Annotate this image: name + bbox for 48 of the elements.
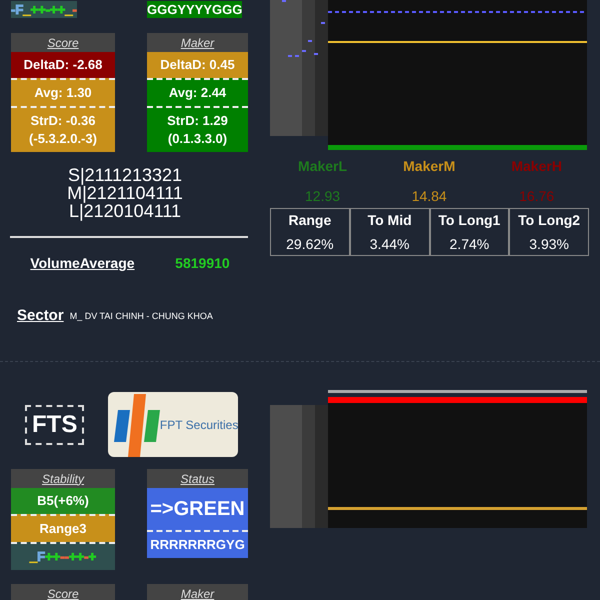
maker-value: 14.84 — [412, 188, 447, 204]
trend-symbol: -F — [11, 2, 24, 17]
maker-label: MakerL — [298, 158, 348, 174]
trend-symbol: - — [72, 2, 77, 17]
trend-symbol: -- — [60, 549, 69, 564]
range-cell-text: To Long2 3.93% — [517, 211, 582, 254]
maker-label: MakerH — [511, 158, 562, 174]
card-header: Stability — [11, 469, 115, 488]
metric-row: DeltaD: -2.68 — [11, 52, 115, 78]
sector-label: Sector — [17, 307, 64, 324]
sector-value: M_ DV TAI CHINH - CHUNG KHOA — [70, 310, 213, 320]
ticker-label: FTS — [25, 404, 84, 444]
metric-row: Range3 — [11, 514, 115, 542]
card-header: Maker — [147, 33, 248, 52]
status-row: =>GREEN — [147, 488, 248, 530]
metric-row: Avg: 2.44 — [147, 78, 248, 106]
trend-symbol: _ — [30, 549, 38, 564]
maker-label: MakerM — [403, 158, 456, 174]
trend-symbol: _ — [23, 2, 31, 17]
trend-symbol: ++ — [68, 549, 84, 564]
card-header: Maker — [147, 584, 248, 600]
maker-value: 16.76 — [519, 188, 554, 204]
metric-row: Avg: 1.30 — [11, 78, 115, 106]
metric-row: StrD: 1.29 (0.1.3.3.0) — [147, 106, 248, 152]
logo-text: FPT Securities — [160, 418, 238, 432]
card-header: Status — [147, 469, 248, 488]
card-header: Score — [11, 584, 115, 600]
signal-code: L|2120104111 — [68, 202, 182, 220]
volume-value: 5819910 — [175, 255, 230, 271]
metric-row: GGGYYYYGGG — [147, 1, 242, 18]
metric-row: DeltaD: 0.45 — [147, 52, 248, 78]
trend-symbol: ++ — [45, 549, 60, 564]
trend-symbol: + — [88, 549, 96, 564]
trend-symbol: F — [37, 549, 46, 564]
range-cell: To Long1 2.74% — [430, 209, 510, 255]
metric-row: B5(+6%) — [11, 488, 115, 514]
range-cell: To Mid 3.44% — [350, 209, 430, 255]
range-cell: Range 29.62% — [271, 209, 351, 255]
metric-row: StrD: -0.36 (-5.3.2.0.-3) — [11, 106, 115, 152]
trend-symbol: _ — [65, 2, 72, 17]
signal-code: S|2111213321 — [68, 166, 182, 184]
card-header: Score — [11, 33, 115, 52]
trend-symbol: ++-++ — [30, 2, 66, 17]
metric-row: RRRRRRRGYG — [147, 530, 248, 558]
signal-code: M|2121104111 — [67, 184, 183, 202]
maker-value: 12.93 — [305, 188, 340, 204]
volume-label: VolumeAverage — [30, 255, 135, 271]
trend-symbol: - — [84, 549, 88, 564]
